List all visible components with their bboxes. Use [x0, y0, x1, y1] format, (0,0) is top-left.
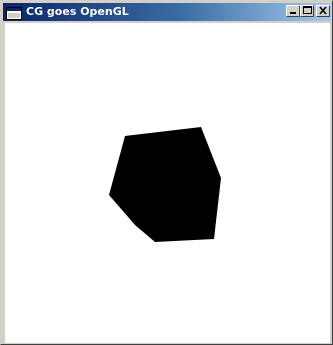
title-bar[interactable]: CG goes OpenGL	[3, 3, 331, 21]
minimize-icon	[290, 12, 296, 14]
close-icon	[319, 6, 327, 15]
render-surface	[109, 127, 221, 242]
opengl-canvas[interactable]	[5, 23, 330, 343]
maximize-button[interactable]	[300, 5, 314, 17]
window-app-icon[interactable]	[6, 5, 22, 20]
maximize-icon	[303, 6, 312, 14]
window-title: CG goes OpenGL	[26, 5, 129, 18]
cube-shape	[109, 127, 221, 242]
app-window: CG goes OpenGL	[0, 0, 333, 345]
close-button[interactable]	[316, 5, 330, 17]
minimize-button[interactable]	[286, 5, 300, 17]
